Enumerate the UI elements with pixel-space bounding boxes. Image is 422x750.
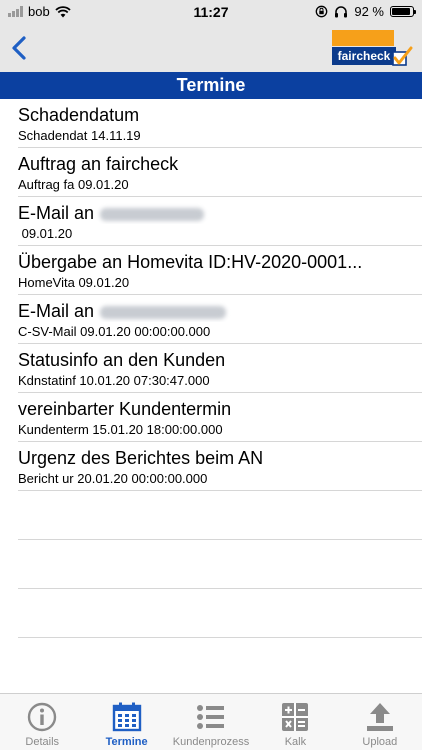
list-item[interactable]: Auftrag an faircheck Auftrag fa 09.01.20 <box>18 148 422 197</box>
item-subtitle: 09.01.20 <box>18 226 73 241</box>
tab-termine[interactable]: Termine <box>84 694 168 750</box>
item-subtitle: Kundenterm 15.01.20 18:00:00.000 <box>18 422 223 437</box>
empty-row <box>18 540 422 589</box>
logo-orange-block <box>332 30 394 46</box>
tab-label: Kundenprozess <box>172 736 250 748</box>
item-title: E-Mail an <box>18 301 95 321</box>
navigation-bar: faircheck <box>0 24 422 72</box>
item-title: E-Mail an <box>18 203 95 223</box>
item-title: Übergabe an Homevita ID:HV-2020-0001... <box>18 252 363 272</box>
item-subtitle: Bericht ur 20.01.20 00:00:00.000 <box>18 471 208 486</box>
list-item[interactable]: E-Mail an 09.01.20 <box>18 197 422 246</box>
info-icon <box>28 702 57 732</box>
item-subtitle: Kdnstatinf 10.01.20 07:30:47.000 <box>18 373 210 388</box>
headphones-icon <box>335 6 348 18</box>
calculator-icon <box>282 703 309 731</box>
list-item[interactable]: Statusinfo an den Kunden Kdnstatinf 10.0… <box>18 344 422 393</box>
status-right: 92 % <box>315 4 416 19</box>
tab-upload[interactable]: Upload <box>338 694 422 750</box>
tab-label: Termine <box>105 736 148 748</box>
redacted-recipient <box>100 207 205 221</box>
termine-list: Schadendatum Schadendat 14.11.19 Auftrag… <box>0 99 422 638</box>
list-icon <box>197 705 225 729</box>
item-subtitle: C-SV-Mail 09.01.20 00:00:00.000 <box>18 324 211 339</box>
item-subtitle: Auftrag fa 09.01.20 <box>18 177 129 192</box>
faircheck-logo: faircheck <box>332 30 413 70</box>
item-subtitle: HomeVita 09.01.20 <box>18 275 130 290</box>
tab-kalk[interactable]: Kalk <box>253 694 337 750</box>
list-item[interactable]: Schadendatum Schadendat 14.11.19 <box>18 99 422 148</box>
list-item[interactable]: E-Mail an C-SV-Mail 09.01.20 00:00:00.00… <box>18 295 422 344</box>
tab-label: Upload <box>362 736 398 748</box>
back-button[interactable] <box>6 32 36 64</box>
tab-label: Details <box>25 736 60 748</box>
upload-icon <box>366 703 393 731</box>
checkmark-icon <box>392 46 413 66</box>
item-title: Urgenz des Berichtes beim AN <box>18 448 264 468</box>
empty-row <box>18 491 422 540</box>
logo-text: faircheck <box>332 47 396 65</box>
tab-label: Kalk <box>284 736 307 748</box>
item-title: Statusinfo an den Kunden <box>18 350 226 370</box>
orientation-lock-icon <box>316 5 328 18</box>
chevron-left-icon <box>12 36 26 60</box>
empty-row <box>18 589 422 638</box>
list-item[interactable]: Urgenz des Berichtes beim AN Bericht ur … <box>18 442 422 491</box>
page-title: Termine <box>0 72 422 99</box>
tab-kundenprozess[interactable]: Kundenprozess <box>169 694 253 750</box>
status-bar: bob 11:27 92 % <box>0 0 422 24</box>
calendar-icon <box>112 702 141 732</box>
item-subtitle: Schadendat 14.11.19 <box>18 128 141 143</box>
battery-icon <box>390 6 416 17</box>
item-title: vereinbarter Kundentermin <box>18 399 232 419</box>
tab-details[interactable]: Details <box>0 694 84 750</box>
list-item[interactable]: Übergabe an Homevita ID:HV-2020-0001... … <box>18 246 422 295</box>
item-title: Schadendatum <box>18 105 140 125</box>
list-item[interactable]: vereinbarter Kundentermin Kundenterm 15.… <box>18 393 422 442</box>
tab-bar: Details Termine Kundenprozess Kalk Uploa… <box>0 693 422 750</box>
item-title: Auftrag an faircheck <box>18 154 179 174</box>
redacted-recipient <box>100 305 227 319</box>
battery-percent: 92 % <box>354 4 384 19</box>
